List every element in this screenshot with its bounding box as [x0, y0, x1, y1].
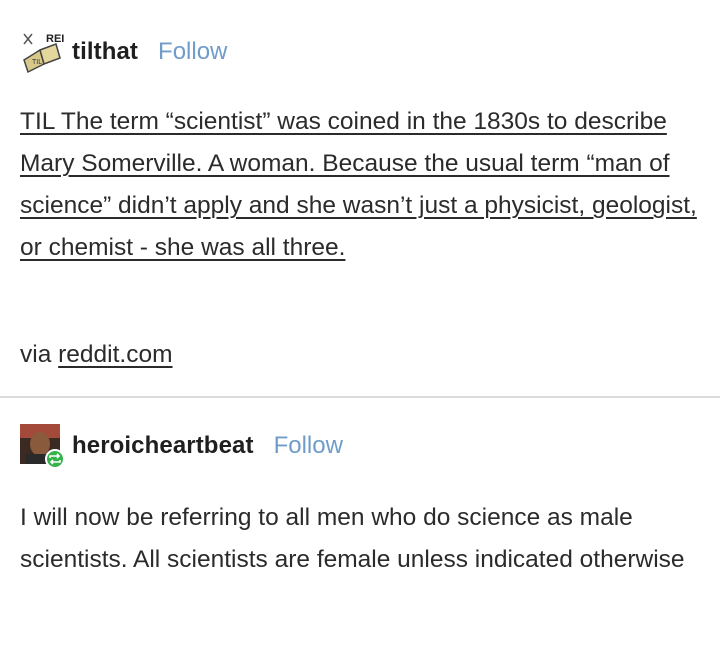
- follow-button-tilthat[interactable]: Follow: [158, 38, 227, 66]
- svg-text:REI: REI: [46, 33, 64, 45]
- til-book-logo-icon[interactable]: REI TIL: [20, 30, 64, 74]
- post-body: TIL The term “scientist” was coined in t…: [20, 101, 710, 269]
- username-tilthat[interactable]: tilthat: [72, 38, 138, 66]
- post-heroicheartbeat: heroicheartbeat Follow I will now be ref…: [0, 398, 720, 645]
- reblog-icon: [45, 449, 65, 469]
- post-header: heroicheartbeat Follow: [20, 424, 343, 469]
- user-avatar-icon[interactable]: [20, 424, 65, 469]
- post-text-link[interactable]: TIL The term “scientist” was coined in t…: [20, 108, 697, 261]
- via-prefix: via: [20, 341, 52, 368]
- via-line: via reddit.com: [20, 334, 173, 376]
- post-body: I will now be referring to all men who d…: [20, 504, 685, 573]
- via-link-reddit[interactable]: reddit.com: [58, 341, 172, 368]
- post-header: REI TIL tilthat Follow: [20, 30, 227, 74]
- post-tilthat: REI TIL tilthat Follow TIL The term “sci…: [0, 0, 720, 397]
- username-heroicheartbeat[interactable]: heroicheartbeat: [72, 432, 254, 460]
- follow-button-heroicheartbeat[interactable]: Follow: [274, 432, 343, 460]
- svg-text:TIL: TIL: [32, 59, 42, 66]
